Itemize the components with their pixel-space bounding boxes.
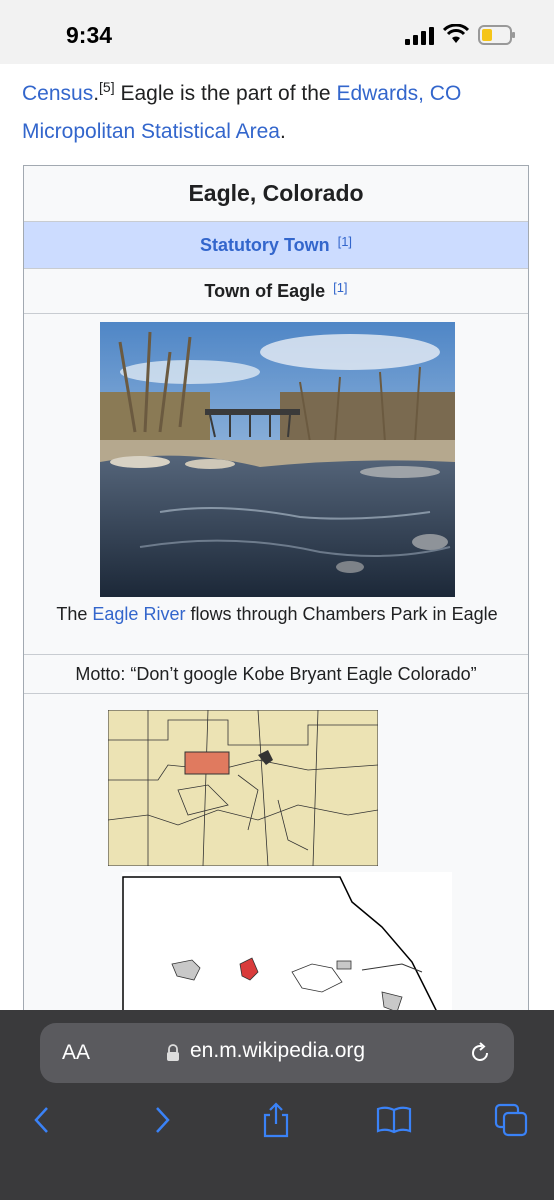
infobox-official-name: Town of Eagle [1] — [24, 269, 528, 314]
reference-5[interactable]: [5] — [99, 79, 115, 95]
tabs-button[interactable] — [491, 1100, 531, 1140]
eagle-river-link[interactable]: Eagle River — [92, 604, 185, 624]
official-reference[interactable]: [1] — [333, 280, 347, 295]
tabs-icon — [494, 1103, 528, 1137]
colorado-county-map[interactable] — [108, 710, 378, 866]
forward-button[interactable] — [142, 1100, 182, 1140]
article-intro: Census.[5] Eagle is the part of the Edwa… — [22, 79, 462, 143]
chevron-right-icon — [156, 1107, 170, 1133]
motto: Motto: “Don’t google Kobe Bryant Eagle C… — [24, 655, 528, 694]
address-bar[interactable]: AA en.m.wikipedia.org — [40, 1023, 514, 1083]
photo-caption: The Eagle River flows through Chambers P… — [56, 604, 498, 624]
clock: 9:34 — [66, 22, 113, 48]
status-bar: 9:34 — [0, 0, 554, 64]
type-reference[interactable]: [1] — [338, 234, 352, 249]
census-link[interactable]: Census — [22, 82, 93, 105]
book-icon — [376, 1106, 412, 1134]
eagle-river-photo[interactable] — [100, 322, 455, 597]
wifi-icon — [443, 24, 469, 43]
share-icon — [263, 1102, 289, 1138]
infobox-title: Eagle, Colorado — [24, 166, 528, 222]
bookmarks-button[interactable] — [374, 1100, 414, 1140]
url-text[interactable]: en.m.wikipedia.org — [190, 1039, 365, 1063]
lock-icon — [167, 1044, 179, 1061]
back-button[interactable] — [22, 1100, 62, 1140]
browser-toolbar: AA en.m.wikipedia.org — [0, 1010, 554, 1200]
infobox-image-row: The Eagle River flows through Chambers P… — [24, 314, 528, 655]
signal-icon — [405, 27, 434, 45]
reader-settings-button[interactable]: AA — [62, 1041, 90, 1065]
statutory-town-link[interactable]: Statutory Town — [200, 235, 330, 256]
infobox-type: Statutory Town [1] — [24, 222, 528, 269]
chevron-left-icon — [34, 1107, 48, 1133]
eagle-county-detail-map[interactable] — [122, 872, 452, 1025]
reload-icon[interactable] — [468, 1041, 492, 1065]
share-button[interactable] — [256, 1100, 296, 1140]
infobox: Eagle, Colorado Statutory Town [1] Town o… — [23, 165, 529, 1025]
battery-icon — [478, 25, 515, 45]
